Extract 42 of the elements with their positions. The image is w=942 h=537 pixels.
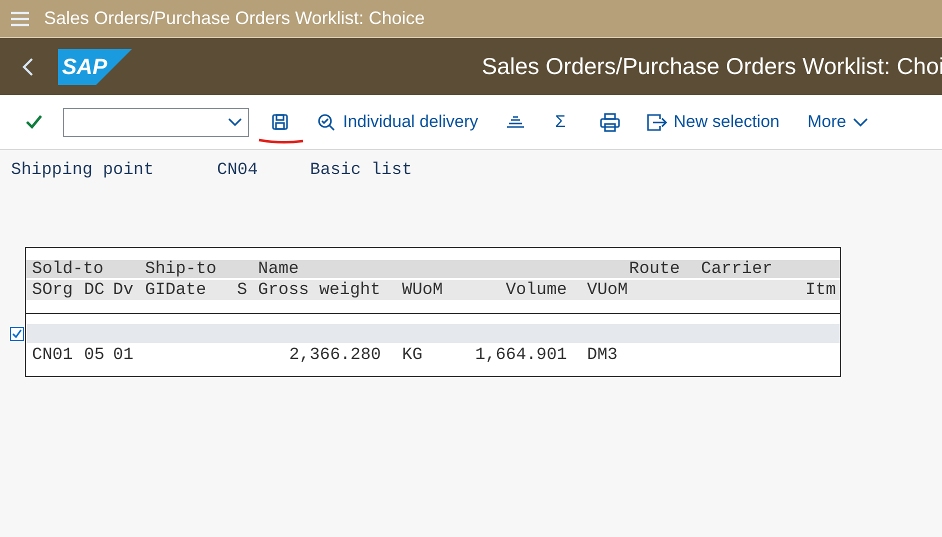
table-cell-text: KG — [402, 346, 424, 365]
column-header: SOrg — [32, 280, 74, 300]
table-cell-text: 1,664.901 — [474, 346, 568, 365]
print-icon[interactable] — [600, 112, 620, 132]
magnifier-icon — [317, 112, 336, 132]
column-header: Volume — [504, 280, 568, 300]
confirm-check-icon[interactable] — [25, 114, 43, 130]
list-type: Basic list — [310, 161, 414, 181]
column-header: Dv — [113, 280, 134, 300]
column-header: Ship-to — [145, 260, 218, 279]
shell-title: Sales Orders/Purchase Orders Worklist: Choice — [44, 8, 425, 29]
underline-mark — [257, 137, 305, 145]
table-cell-text: 2,366.280 — [288, 346, 382, 365]
column-header: VUoM — [587, 280, 629, 300]
sum-button[interactable]: Σ — [555, 112, 566, 132]
column-header: Itm — [804, 280, 837, 300]
column-header: GIDate — [145, 280, 208, 300]
row-checkbox[interactable] — [10, 326, 24, 340]
field-value: CN04 — [217, 161, 259, 181]
align-icon[interactable] — [506, 115, 526, 129]
individual-delivery-button[interactable]: Individual delivery — [317, 112, 478, 132]
new-selection-button[interactable]: New selection — [646, 112, 780, 132]
column-header: WUoM — [402, 280, 444, 300]
chevron-down-icon — [228, 118, 242, 126]
table-cell-text: DM3 — [587, 346, 619, 365]
field-label: Shipping point — [11, 161, 155, 181]
column-header: DC — [84, 280, 106, 300]
more-button[interactable]: More — [807, 112, 868, 132]
table-cell-text: 05 — [84, 346, 106, 365]
logo: SAP — [58, 48, 132, 84]
column-header: Gross weight — [258, 280, 382, 300]
enter-icon — [646, 112, 667, 132]
command-dropdown[interactable] — [63, 108, 249, 136]
column-header: Carrier — [701, 260, 774, 279]
table-cell-text: CN01 — [32, 346, 74, 365]
column-header: Name — [258, 260, 300, 279]
back-icon[interactable] — [22, 56, 34, 76]
column-header: Sold-to — [32, 260, 104, 279]
chevron-down-icon — [853, 118, 868, 126]
table-cell-text: 01 — [113, 346, 134, 365]
column-header: S — [237, 280, 248, 300]
column-header: Route — [629, 260, 682, 279]
